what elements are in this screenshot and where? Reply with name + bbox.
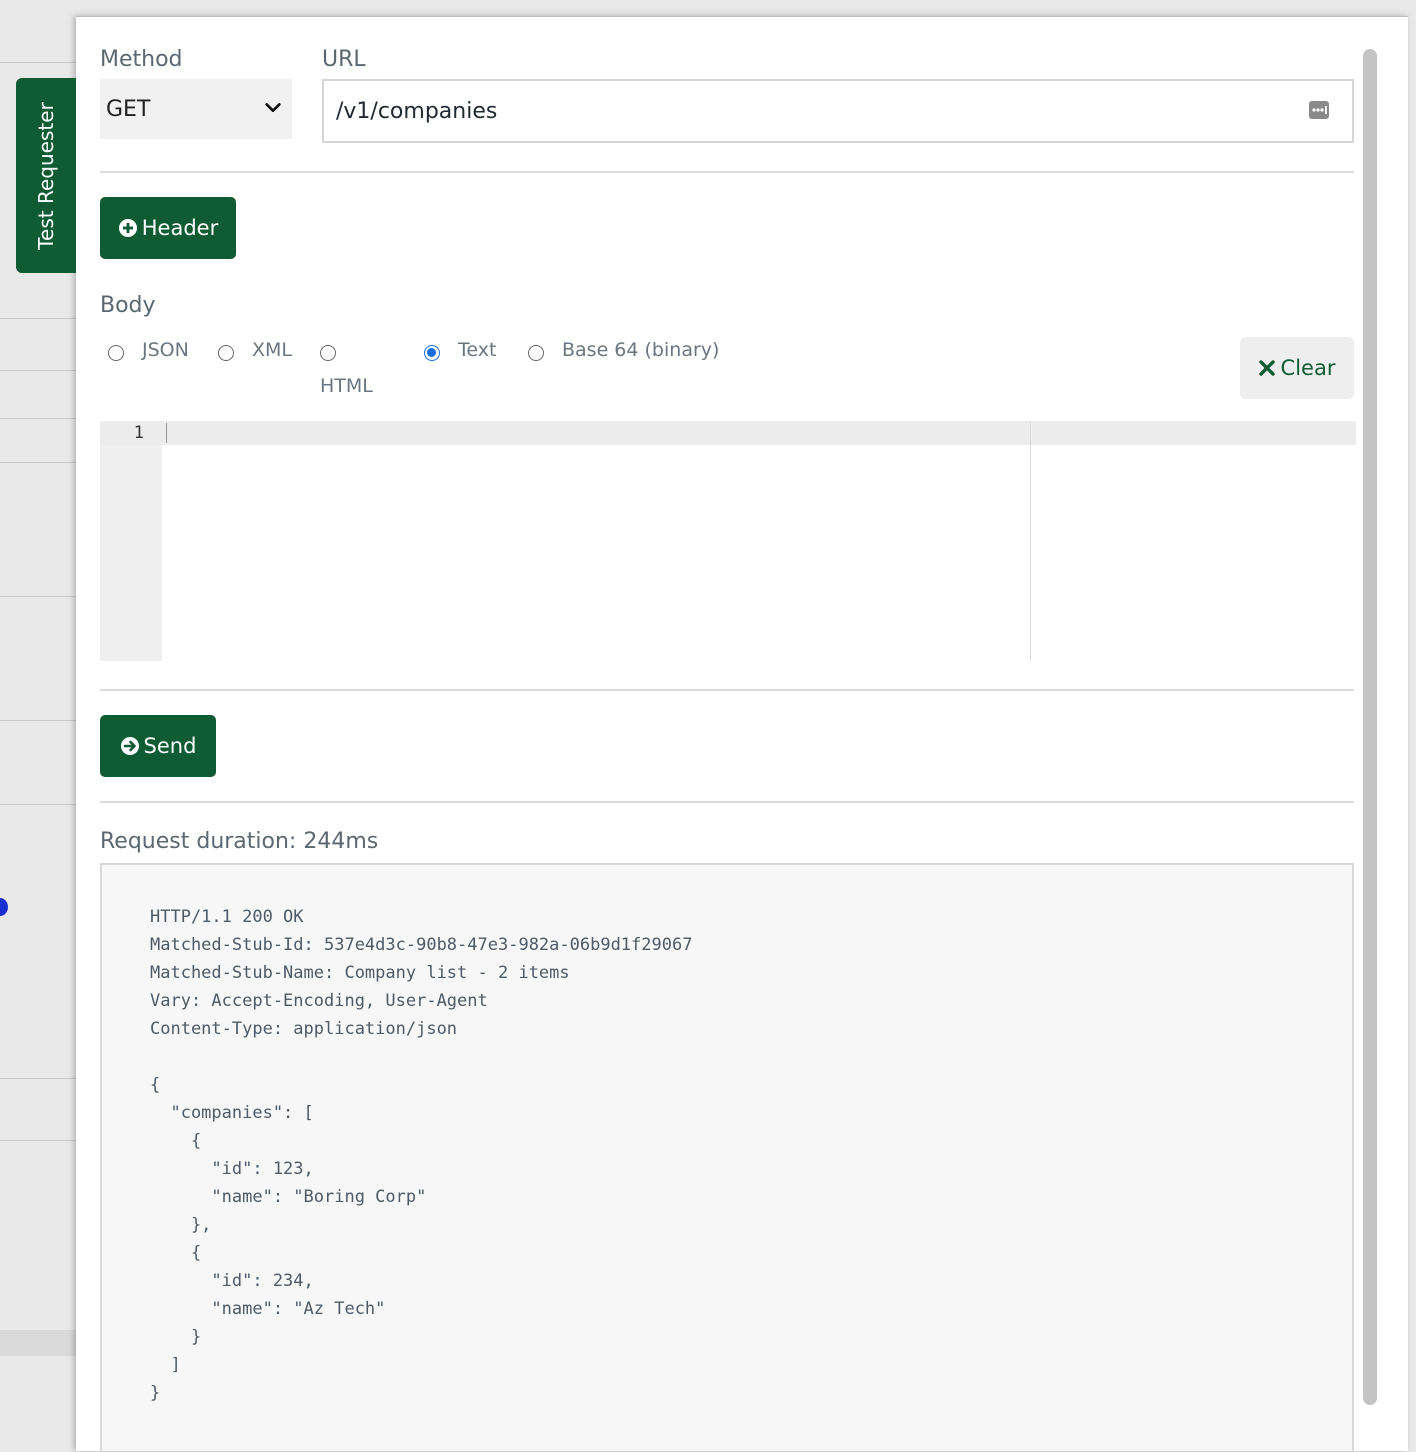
radio-html-label: HTML (320, 375, 373, 397)
bg-divider (0, 318, 78, 319)
bg-indicator-dot[interactable] (0, 898, 8, 916)
radio-circle[interactable] (528, 345, 544, 361)
radio-text[interactable]: Text (424, 339, 496, 361)
method-select[interactable]: GET (100, 79, 292, 139)
editor-print-margin (1030, 421, 1031, 661)
add-header-label: Header (141, 216, 219, 240)
test-requester-tab[interactable]: Test Requester (16, 78, 76, 273)
divider (100, 689, 1354, 691)
more-icon[interactable] (1308, 99, 1330, 121)
clear-label: Clear (1280, 356, 1336, 380)
bg-divider (0, 1078, 78, 1079)
url-input[interactable]: /v1/companies (322, 79, 1354, 143)
radio-xml-label: XML (252, 339, 292, 361)
bg-divider (0, 596, 78, 597)
radio-json[interactable]: JSON (108, 339, 189, 361)
bg-divider (0, 370, 78, 371)
request-duration: Request duration: 244ms (100, 829, 379, 854)
bg-divider (0, 418, 78, 419)
editor-cursor (166, 423, 167, 443)
chevron-down-icon (265, 103, 281, 113)
editor-line-number: 1 (133, 423, 144, 443)
radio-json-label: JSON (142, 339, 189, 361)
method-value: GET (106, 96, 151, 122)
radio-html[interactable] (320, 339, 336, 361)
radio-circle[interactable] (218, 345, 234, 361)
response-text: HTTP/1.1 200 OK Matched-Stub-Id: 537e4d3… (150, 907, 693, 1403)
body-editor[interactable]: 1 (100, 421, 1356, 661)
clear-button[interactable]: Clear (1240, 337, 1354, 399)
bg-divider (0, 720, 78, 721)
bg-divider (0, 1140, 78, 1141)
x-icon (1258, 360, 1275, 376)
url-value: /v1/companies (336, 98, 498, 124)
radio-circle-selected[interactable] (424, 345, 440, 361)
radio-base64[interactable]: Base 64 (binary) (528, 339, 719, 361)
body-type-radio-group: JSON XML HTML Text Base 64 (binary) (100, 339, 800, 419)
radio-circle[interactable] (320, 345, 336, 361)
scrollbar-thumb[interactable] (1363, 49, 1377, 1405)
url-label: URL (322, 47, 366, 72)
divider (100, 801, 1354, 803)
test-requester-panel: Method GET URL /v1/companies Header Body… (76, 16, 1408, 1451)
radio-text-label: Text (458, 339, 497, 361)
radio-base64-label: Base 64 (binary) (562, 339, 720, 361)
send-label: Send (143, 734, 197, 758)
bg-band (0, 1330, 78, 1356)
editor-gutter (100, 421, 162, 661)
radio-xml[interactable]: XML (218, 339, 292, 361)
response-output: HTTP/1.1 200 OK Matched-Stub-Id: 537e4d3… (100, 863, 1354, 1451)
plus-circle-icon (118, 219, 137, 237)
arrow-circle-right-icon (120, 737, 139, 755)
editor-active-line (100, 421, 1356, 445)
radio-circle[interactable] (108, 345, 124, 361)
divider (100, 171, 1354, 173)
add-header-button[interactable]: Header (100, 197, 236, 259)
bg-divider (0, 462, 78, 463)
body-label: Body (100, 293, 156, 318)
send-button[interactable]: Send (100, 715, 216, 777)
method-label: Method (100, 47, 183, 72)
test-requester-tab-label: Test Requester (34, 101, 58, 250)
bg-divider (0, 62, 78, 63)
bg-divider (0, 804, 78, 805)
